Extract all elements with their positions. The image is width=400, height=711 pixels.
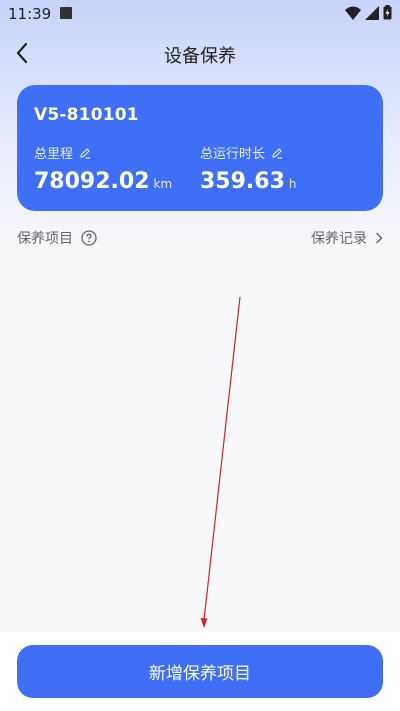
mileage-label: 总里程 (34, 147, 74, 162)
maintenance-records-label: 保养记录 (311, 231, 367, 247)
runtime-unit: h (288, 177, 297, 191)
mileage-stat: 总里程 78092.02 km (34, 143, 172, 194)
device-card: V5-810101 总里程 78092.02 km 总运行时长 359.63 h (17, 85, 383, 211)
edit-runtime-icon[interactable] (271, 147, 283, 159)
app-header: 设备保养 (0, 30, 400, 76)
status-bar: 11:39 (0, 0, 400, 28)
gallery-notification-icon (60, 7, 72, 19)
help-icon[interactable] (81, 230, 97, 246)
status-icons (345, 5, 392, 20)
runtime-value: 359.63 (200, 169, 285, 194)
add-maintenance-item-button[interactable]: 新增保养项目 (17, 645, 383, 698)
chevron-right-icon (376, 232, 383, 244)
section-header: 保养项目 保养记录 (17, 226, 383, 250)
mileage-unit: km (153, 177, 173, 191)
status-time: 11:39 (8, 5, 52, 23)
device-id: V5-810101 (34, 105, 139, 125)
page-title: 设备保养 (164, 46, 236, 67)
wifi-icon (345, 6, 361, 20)
signal-icon (365, 5, 379, 20)
runtime-label: 总运行时长 (200, 147, 266, 162)
battery-icon (383, 5, 392, 20)
maintenance-items-label: 保养项目 (17, 231, 73, 247)
mileage-value: 78092.02 (34, 169, 150, 194)
edit-mileage-icon[interactable] (79, 147, 91, 159)
runtime-stat: 总运行时长 359.63 h (200, 143, 297, 194)
maintenance-records-link[interactable]: 保养记录 (311, 228, 383, 248)
